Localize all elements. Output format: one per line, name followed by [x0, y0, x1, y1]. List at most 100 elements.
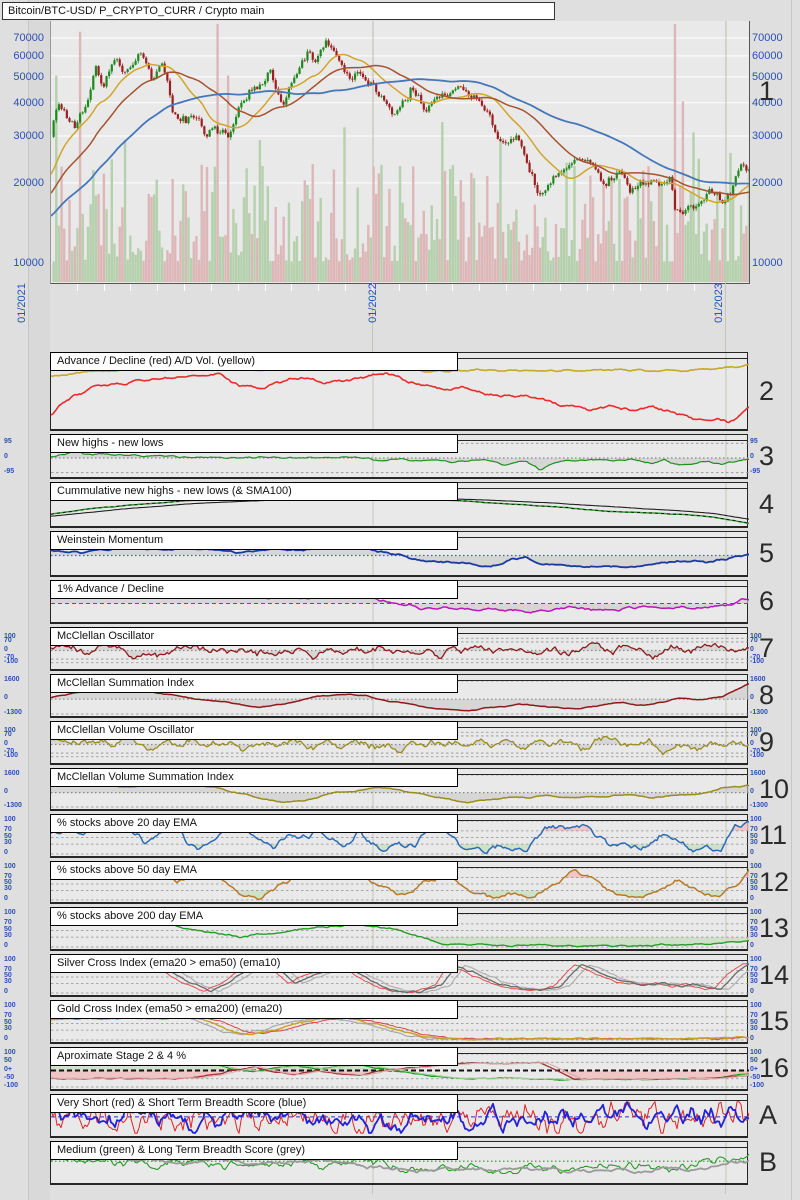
panel-axis-label-left: -50 — [4, 1073, 15, 1081]
y-axis-label-right: 30000 — [752, 129, 783, 142]
y-axis-label-right: 60000 — [752, 49, 783, 62]
panel-marker-9: 9 — [759, 727, 775, 757]
panel-axis-label-left: 95 — [4, 438, 12, 446]
panel-axis-label-left: 0 — [4, 942, 8, 949]
panel-axis-label-left: 0+ — [4, 1065, 12, 1073]
panel-marker-15: 15 — [759, 1006, 790, 1036]
x-axis-label: 01/2022 — [367, 283, 379, 323]
panel-marker-3: 3 — [759, 440, 775, 471]
month-tick — [479, 284, 480, 291]
month-tick — [104, 284, 105, 291]
panel-marker-16: 16 — [759, 1053, 790, 1083]
panel-axis-label-left: 0 — [4, 645, 8, 653]
panel-3: New highs - new lows — [50, 434, 749, 479]
panel-marker-11: 11 — [759, 820, 788, 850]
series-gold-cross-red — [51, 1015, 749, 1041]
x-axis-label: 01/2021 — [16, 283, 28, 323]
panel-13: % stocks above 200 day EMA — [50, 907, 749, 951]
panel-axis-label-left: -100 — [4, 751, 19, 759]
panel-header-step — [450, 674, 748, 681]
panel-axis-label-left: 30 — [4, 885, 12, 893]
panel-2: Advance / Decline (red) A/D Vol. (yellow… — [50, 352, 749, 431]
panel-label-A: Very Short (red) & Short Term Breadth Sc… — [50, 1094, 458, 1113]
charting-workspace: Bitcoin/BTC-USD/ P_CRYPTO_CURR / Crypto … — [0, 0, 800, 1200]
year-gridline — [725, 283, 726, 352]
month-tick — [130, 284, 131, 291]
y-axis-label-left: 30000 — [13, 129, 44, 142]
panel-header-step — [450, 907, 748, 914]
panel-axis-label-left: -95 — [4, 467, 15, 475]
panel-label-4: Cummulative new highs - new lows (& SMA1… — [50, 482, 458, 501]
series-gold-cross — [51, 1015, 749, 1041]
month-tick — [157, 284, 158, 291]
year-gridline — [725, 1185, 726, 1194]
panel-axis-label-left: 30 — [4, 932, 12, 940]
panel-axis-label-left: 0 — [4, 694, 8, 702]
month-tick — [211, 284, 212, 291]
panel-7: McClellan Oscillator — [50, 627, 749, 671]
series-gold-cross-grey — [51, 1016, 749, 1041]
month-tick — [694, 284, 695, 291]
panel-header-step — [450, 721, 748, 728]
panel-axis-label-right: 0 — [750, 849, 754, 856]
panel-axis-label-left: 0 — [4, 988, 8, 995]
panel-header-step — [450, 1094, 748, 1101]
panel-header-step — [450, 482, 748, 489]
panel-header-step — [450, 434, 748, 441]
panel-axis-label-left: 0 — [4, 895, 8, 902]
month-tick — [667, 284, 668, 291]
y-axis-label-right: 20000 — [752, 176, 783, 189]
panel-marker-7: 7 — [759, 633, 775, 663]
panel-header-step — [450, 352, 748, 359]
panel-axis-label-right: 0 — [750, 1035, 754, 1042]
panel-axis-label-right: -100 — [750, 1082, 765, 1089]
panel-marker-12: 12 — [759, 866, 790, 897]
y-axis-label-left: 70000 — [13, 31, 44, 44]
panel-label-10: McClellan Volume Summation Index — [50, 768, 458, 787]
chart-title-bar[interactable]: Bitcoin/BTC-USD/ P_CRYPTO_CURR / Crypto … — [2, 2, 555, 20]
panel-marker-A: A — [759, 1100, 778, 1130]
panel-marker-5: 5 — [759, 538, 775, 568]
panel-marker-B: B — [759, 1147, 778, 1177]
y-axis-label-right: 70000 — [752, 31, 783, 44]
panel-label-6: 1% Advance / Decline — [50, 580, 458, 599]
panel-A: Very Short (red) & Short Term Breadth Sc… — [50, 1094, 749, 1138]
month-tick — [238, 284, 239, 291]
panel-label-B: Medium (green) & Long Term Breadth Score… — [50, 1141, 458, 1160]
panel-label-7: McClellan Oscillator — [50, 627, 458, 646]
panel-axis-label-left: 30 — [4, 839, 12, 847]
panel-axis-label-left: 100 — [4, 909, 16, 916]
panel-header-step — [450, 861, 748, 868]
panel-label-16: Aproximate Stage 2 & 4 % — [50, 1047, 458, 1066]
panel-axis-label-left: -1300 — [4, 709, 22, 716]
month-tick — [640, 284, 641, 291]
panel-8: McClellan Summation Index — [50, 674, 749, 718]
month-tick — [399, 284, 400, 291]
panel-axis-label-left: 30 — [4, 1025, 12, 1033]
month-tick — [613, 284, 614, 291]
panel-header-step — [450, 627, 748, 634]
panel-12: % stocks above 50 day EMA — [50, 861, 749, 904]
panel-axis-label-left: 100 — [4, 816, 16, 823]
panel-label-2: Advance / Decline (red) A/D Vol. (yellow… — [50, 352, 458, 371]
panel-label-12: % stocks above 50 day EMA — [50, 861, 458, 880]
panel-axis-label-left: 0 — [4, 849, 8, 856]
series-sma100 — [51, 497, 749, 520]
panel-axis-label-left: 1600 — [4, 676, 20, 683]
y-axis-label-right: 10000 — [752, 257, 783, 269]
panel-axis-label-left: 30 — [4, 978, 12, 986]
panel-header-step — [450, 768, 748, 775]
month-tick — [318, 284, 319, 291]
y-axis-label-left: 40000 — [13, 96, 44, 109]
main-price-chart[interactable] — [50, 21, 750, 284]
month-tick — [560, 284, 561, 291]
y-axis-label-left: 10000 — [13, 257, 44, 269]
panel-axis-label-left: 0 — [4, 739, 8, 747]
panel-marker-13: 13 — [759, 913, 790, 943]
panel-axis-label-right: -1300 — [750, 709, 768, 716]
price-chart-canvas[interactable] — [51, 21, 749, 283]
panel-header-step — [450, 1141, 748, 1148]
panel-axis-label-left: 0 — [4, 453, 8, 460]
panel-marker-14: 14 — [759, 959, 790, 990]
panel-header-step — [450, 1000, 748, 1007]
